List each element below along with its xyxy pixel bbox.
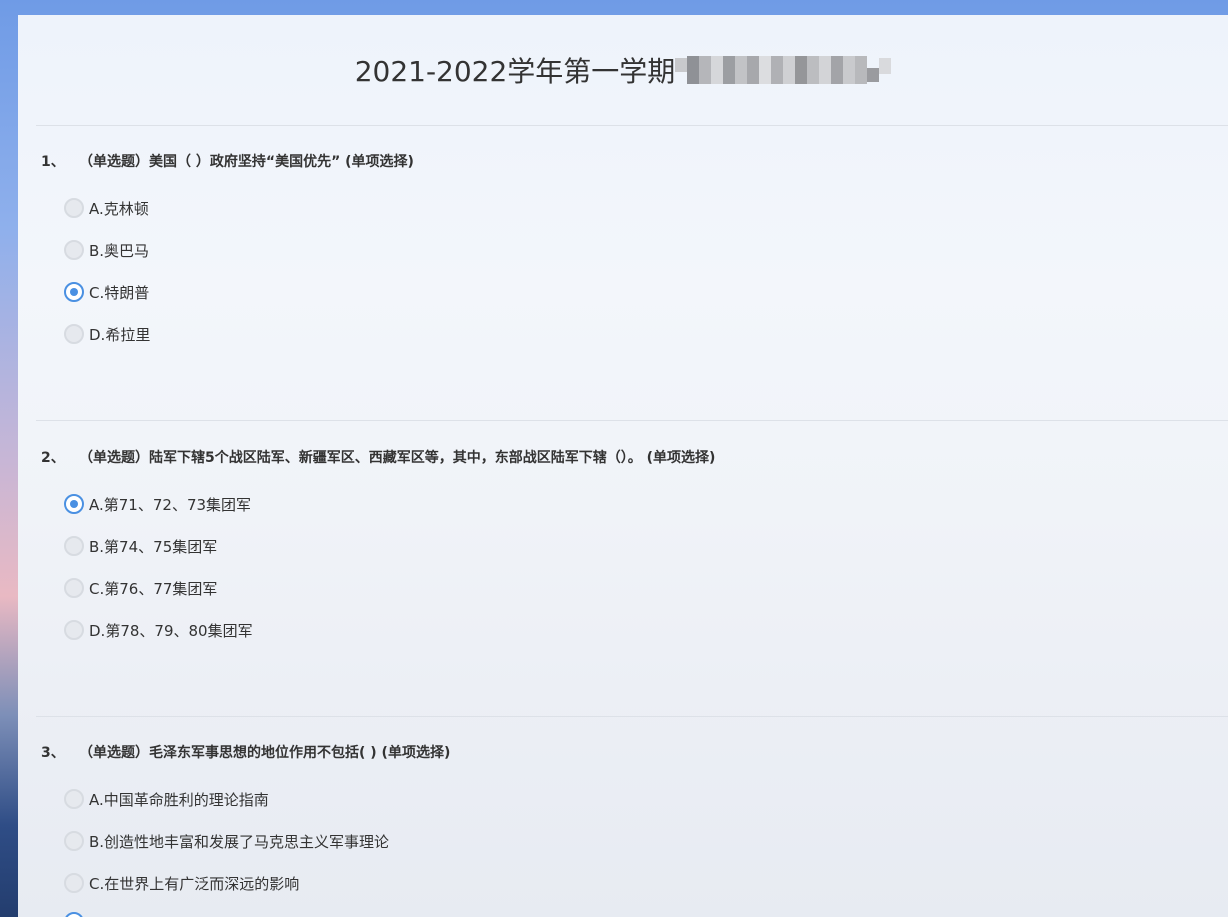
option-c[interactable]: C.特朗普 <box>64 280 149 304</box>
option-label: C.特朗普 <box>89 283 150 302</box>
exam-title: 2021-2022学年第一学期 <box>354 55 676 88</box>
option-d[interactable]: D.希拉里 <box>64 322 150 346</box>
question-number: 3、 <box>41 745 65 761</box>
option-c[interactable]: C.在世界上有广泛而深远的影响 <box>64 871 299 895</box>
option-b[interactable]: B.奥巴马 <box>64 238 149 262</box>
option-label: C.在世界上有广泛而深远的影响 <box>89 874 300 893</box>
option-label: A.第71、72、73集团军 <box>89 495 252 514</box>
question-title: 1、 （单选题）美国（ ）政府坚持“美国优先” (单项选择) <box>41 151 414 171</box>
option-a[interactable]: A.克林顿 <box>64 196 149 220</box>
option-label: D.第78、79、80集团军 <box>89 621 253 640</box>
question-text: （单选题）毛泽东军事思想的地位作用不包括( ) (单项选择) <box>79 745 451 761</box>
option-a[interactable]: A.中国革命胜利的理论指南 <box>64 787 269 811</box>
exam-panel: 2021-2022学年第一学期 1、（单选题）美国（ ）政府坚持“美国优先” <box>18 15 1228 917</box>
exam-header: 2021-2022学年第一学期 <box>18 15 1228 125</box>
radio-checked-icon[interactable] <box>64 494 84 514</box>
option-d[interactable]: D.第78、79、80集团军 <box>64 618 253 642</box>
divider <box>36 125 1228 126</box>
question-title: 3、 （单选题）毛泽东军事思想的地位作用不包括( ) (单项选择) <box>41 742 450 762</box>
divider <box>36 420 1228 421</box>
radio-icon[interactable] <box>64 789 84 809</box>
option-label: A.中国革命胜利的理论指南 <box>89 790 269 809</box>
option-label: A.克林顿 <box>89 199 149 218</box>
question-text: （单选题）陆军下辖5个战区陆军、新疆军区、西藏军区等，其中，东部战区陆军下辖（）… <box>79 450 716 466</box>
radio-icon[interactable] <box>64 578 84 598</box>
option-b[interactable]: B.第74、75集团军 <box>64 534 217 558</box>
option-a[interactable]: A.第71、72、73集团军 <box>64 492 251 516</box>
question-number: 1、 <box>41 154 65 170</box>
radio-icon[interactable] <box>64 240 84 260</box>
radio-icon[interactable] <box>64 620 84 640</box>
radio-checked-icon[interactable] <box>64 912 84 917</box>
redacted-title-suffix <box>675 52 892 88</box>
option-label: B.创造性地丰富和发展了马克思主义军事理论 <box>89 832 390 851</box>
radio-icon[interactable] <box>64 831 84 851</box>
radio-icon[interactable] <box>64 198 84 218</box>
option-label: D.希拉里 <box>89 325 151 344</box>
option-label: B.奥巴马 <box>89 241 150 260</box>
option-d-partial[interactable] <box>64 910 89 917</box>
option-label: B.第74、75集团军 <box>89 537 218 556</box>
radio-checked-icon[interactable] <box>64 282 84 302</box>
question-title: 2、 （单选题）陆军下辖5个战区陆军、新疆军区、西藏军区等，其中，东部战区陆军下辖… <box>41 447 715 467</box>
radio-icon[interactable] <box>64 873 84 893</box>
radio-icon[interactable] <box>64 536 84 556</box>
question-number: 2、 <box>41 450 65 466</box>
question-text: （单选题）美国（ ）政府坚持“美国优先” (单项选择) <box>79 154 414 170</box>
radio-icon[interactable] <box>64 324 84 344</box>
option-c[interactable]: C.第76、77集团军 <box>64 576 217 600</box>
option-label: C.第76、77集团军 <box>89 579 218 598</box>
option-b[interactable]: B.创造性地丰富和发展了马克思主义军事理论 <box>64 829 389 853</box>
divider <box>36 716 1228 717</box>
